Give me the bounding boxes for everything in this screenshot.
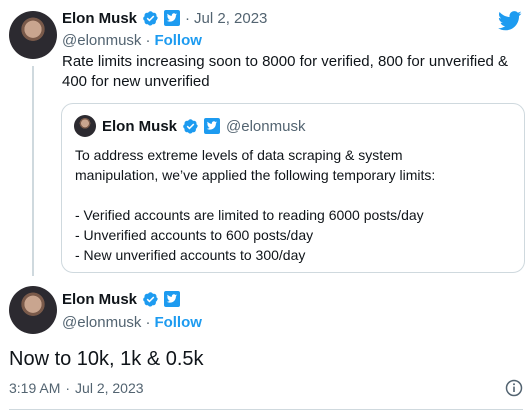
quoted-bullet: - Unverified accounts to 600 posts/day (75, 227, 314, 243)
avatar[interactable] (9, 286, 57, 334)
author-name[interactable]: Elon Musk (62, 10, 137, 27)
avatar[interactable] (9, 11, 57, 59)
author-handle[interactable]: @elonmusk (62, 32, 141, 49)
tweet2-subheader: @elonmusk · Follow (62, 312, 202, 332)
tweet-date[interactable]: Jul 2, 2023 (194, 10, 267, 27)
bottom-divider (9, 409, 523, 410)
twitter-affiliate-icon (204, 118, 221, 134)
verified-badge-icon (143, 291, 158, 307)
twitter-affiliate-icon (164, 10, 181, 26)
dot-separator: · (145, 31, 151, 49)
quoted-text-line: To address extreme levels of data scrapi… (75, 147, 403, 163)
quoted-author-handle[interactable]: @elonmusk (226, 118, 305, 135)
dot-separator: · (185, 9, 191, 27)
tweet-text-line: 400 for new unverified (62, 73, 210, 90)
tweet-time[interactable]: 3:19 AM (9, 380, 60, 396)
twitter-affiliate-icon (164, 291, 181, 307)
tweet-text-line: Rate limits increasing soon to 8000 for … (62, 53, 509, 70)
thread-connector-line (32, 66, 34, 276)
dot-separator: · (145, 313, 151, 331)
tweet2-timestamp: 3:19 AM · Jul 2, 2023 (9, 379, 144, 397)
follow-button[interactable]: Follow (154, 32, 202, 49)
twitter-logo-icon[interactable] (498, 11, 522, 31)
author-name[interactable]: Elon Musk (62, 291, 137, 308)
info-icon[interactable] (505, 379, 523, 397)
quoted-text-spacer (75, 185, 515, 205)
quoted-header: Elon Musk @elonmusk (102, 116, 305, 136)
tweet2-text: Now to 10k, 1k & 0.5k (9, 348, 204, 370)
tweet1-header: Elon Musk · Jul 2, 2023 (62, 8, 267, 28)
tweet1-text: Rate limits increasing soon to 8000 for … (62, 52, 522, 92)
quoted-author-name[interactable]: Elon Musk (102, 118, 177, 135)
follow-button[interactable]: Follow (154, 314, 202, 331)
tweet1-subheader: @elonmusk · Follow (62, 30, 202, 50)
quoted-avatar[interactable] (74, 115, 96, 137)
quoted-bullet: - Verified accounts are limited to readi… (75, 207, 424, 223)
quoted-text: To address extreme levels of data scrapi… (75, 145, 515, 265)
verified-badge-icon (183, 118, 198, 134)
tweet-date[interactable]: Jul 2, 2023 (75, 380, 144, 396)
quoted-text-line: manipulation, we’ve applied the followin… (75, 167, 436, 183)
tweet2-header: Elon Musk (62, 289, 181, 309)
author-handle[interactable]: @elonmusk (62, 314, 141, 331)
quoted-bullet: - New unverified accounts to 300/day (75, 247, 306, 263)
dot-separator: · (65, 380, 71, 396)
verified-badge-icon (143, 10, 158, 26)
